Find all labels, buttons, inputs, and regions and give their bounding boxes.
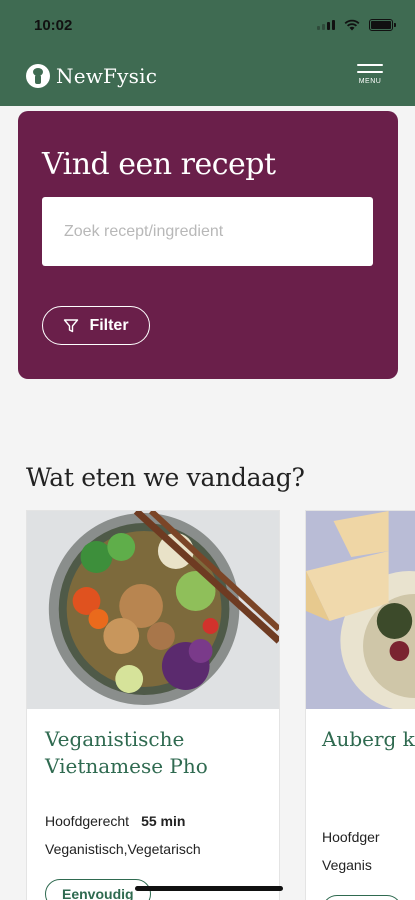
recipe-meta: Hoofdger <box>322 829 380 845</box>
recipe-time: 55 min <box>141 813 186 829</box>
search-input[interactable] <box>42 197 373 266</box>
app-header: 10:02 NewFysic MENU <box>0 0 415 106</box>
home-indicator[interactable] <box>135 886 283 891</box>
brand-logo[interactable]: NewFysic <box>26 64 157 88</box>
difficulty-badge <box>322 895 402 900</box>
recipe-tags: Veganistisch,Vegetarisch <box>45 841 201 857</box>
recipe-search-card: Vind een recept Filter <box>18 111 398 379</box>
recipe-meta: Hoofdgerecht 55 min <box>45 813 185 829</box>
recipe-title: Auberg knolbo pita <box>322 727 415 751</box>
logo-icon <box>26 64 50 88</box>
brand-name: NewFysic <box>56 64 158 88</box>
search-title: Vind een recept <box>42 147 276 182</box>
battery-icon <box>369 19 396 31</box>
wifi-icon <box>344 19 360 31</box>
filter-button[interactable]: Filter <box>42 306 150 345</box>
recipe-tags: Veganis <box>322 857 372 873</box>
pho-bowl-image <box>27 511 279 709</box>
pita-image <box>306 511 415 709</box>
recipe-category: Hoofdgerecht <box>45 813 130 829</box>
recipe-card[interactable]: Veganistische Vietnamese Pho Hoofdgerech… <box>26 510 280 900</box>
signal-icon <box>317 20 335 30</box>
status-time: 10:02 <box>34 17 73 34</box>
menu-button[interactable]: MENU <box>357 64 383 85</box>
hamburger-line <box>357 71 383 73</box>
filter-icon <box>64 318 79 332</box>
hamburger-icon <box>357 64 383 66</box>
recipe-title: Veganistische Vietnamese Pho <box>45 727 208 778</box>
status-icons <box>317 19 396 31</box>
section-title: Wat eten we vandaag? <box>26 463 305 492</box>
menu-label: MENU <box>358 78 382 85</box>
filter-label: Filter <box>89 316 129 334</box>
recipe-card[interactable]: Auberg knolbo pita Hoofdger Veganis <box>305 510 415 900</box>
recipe-category: Hoofdger <box>322 829 380 845</box>
